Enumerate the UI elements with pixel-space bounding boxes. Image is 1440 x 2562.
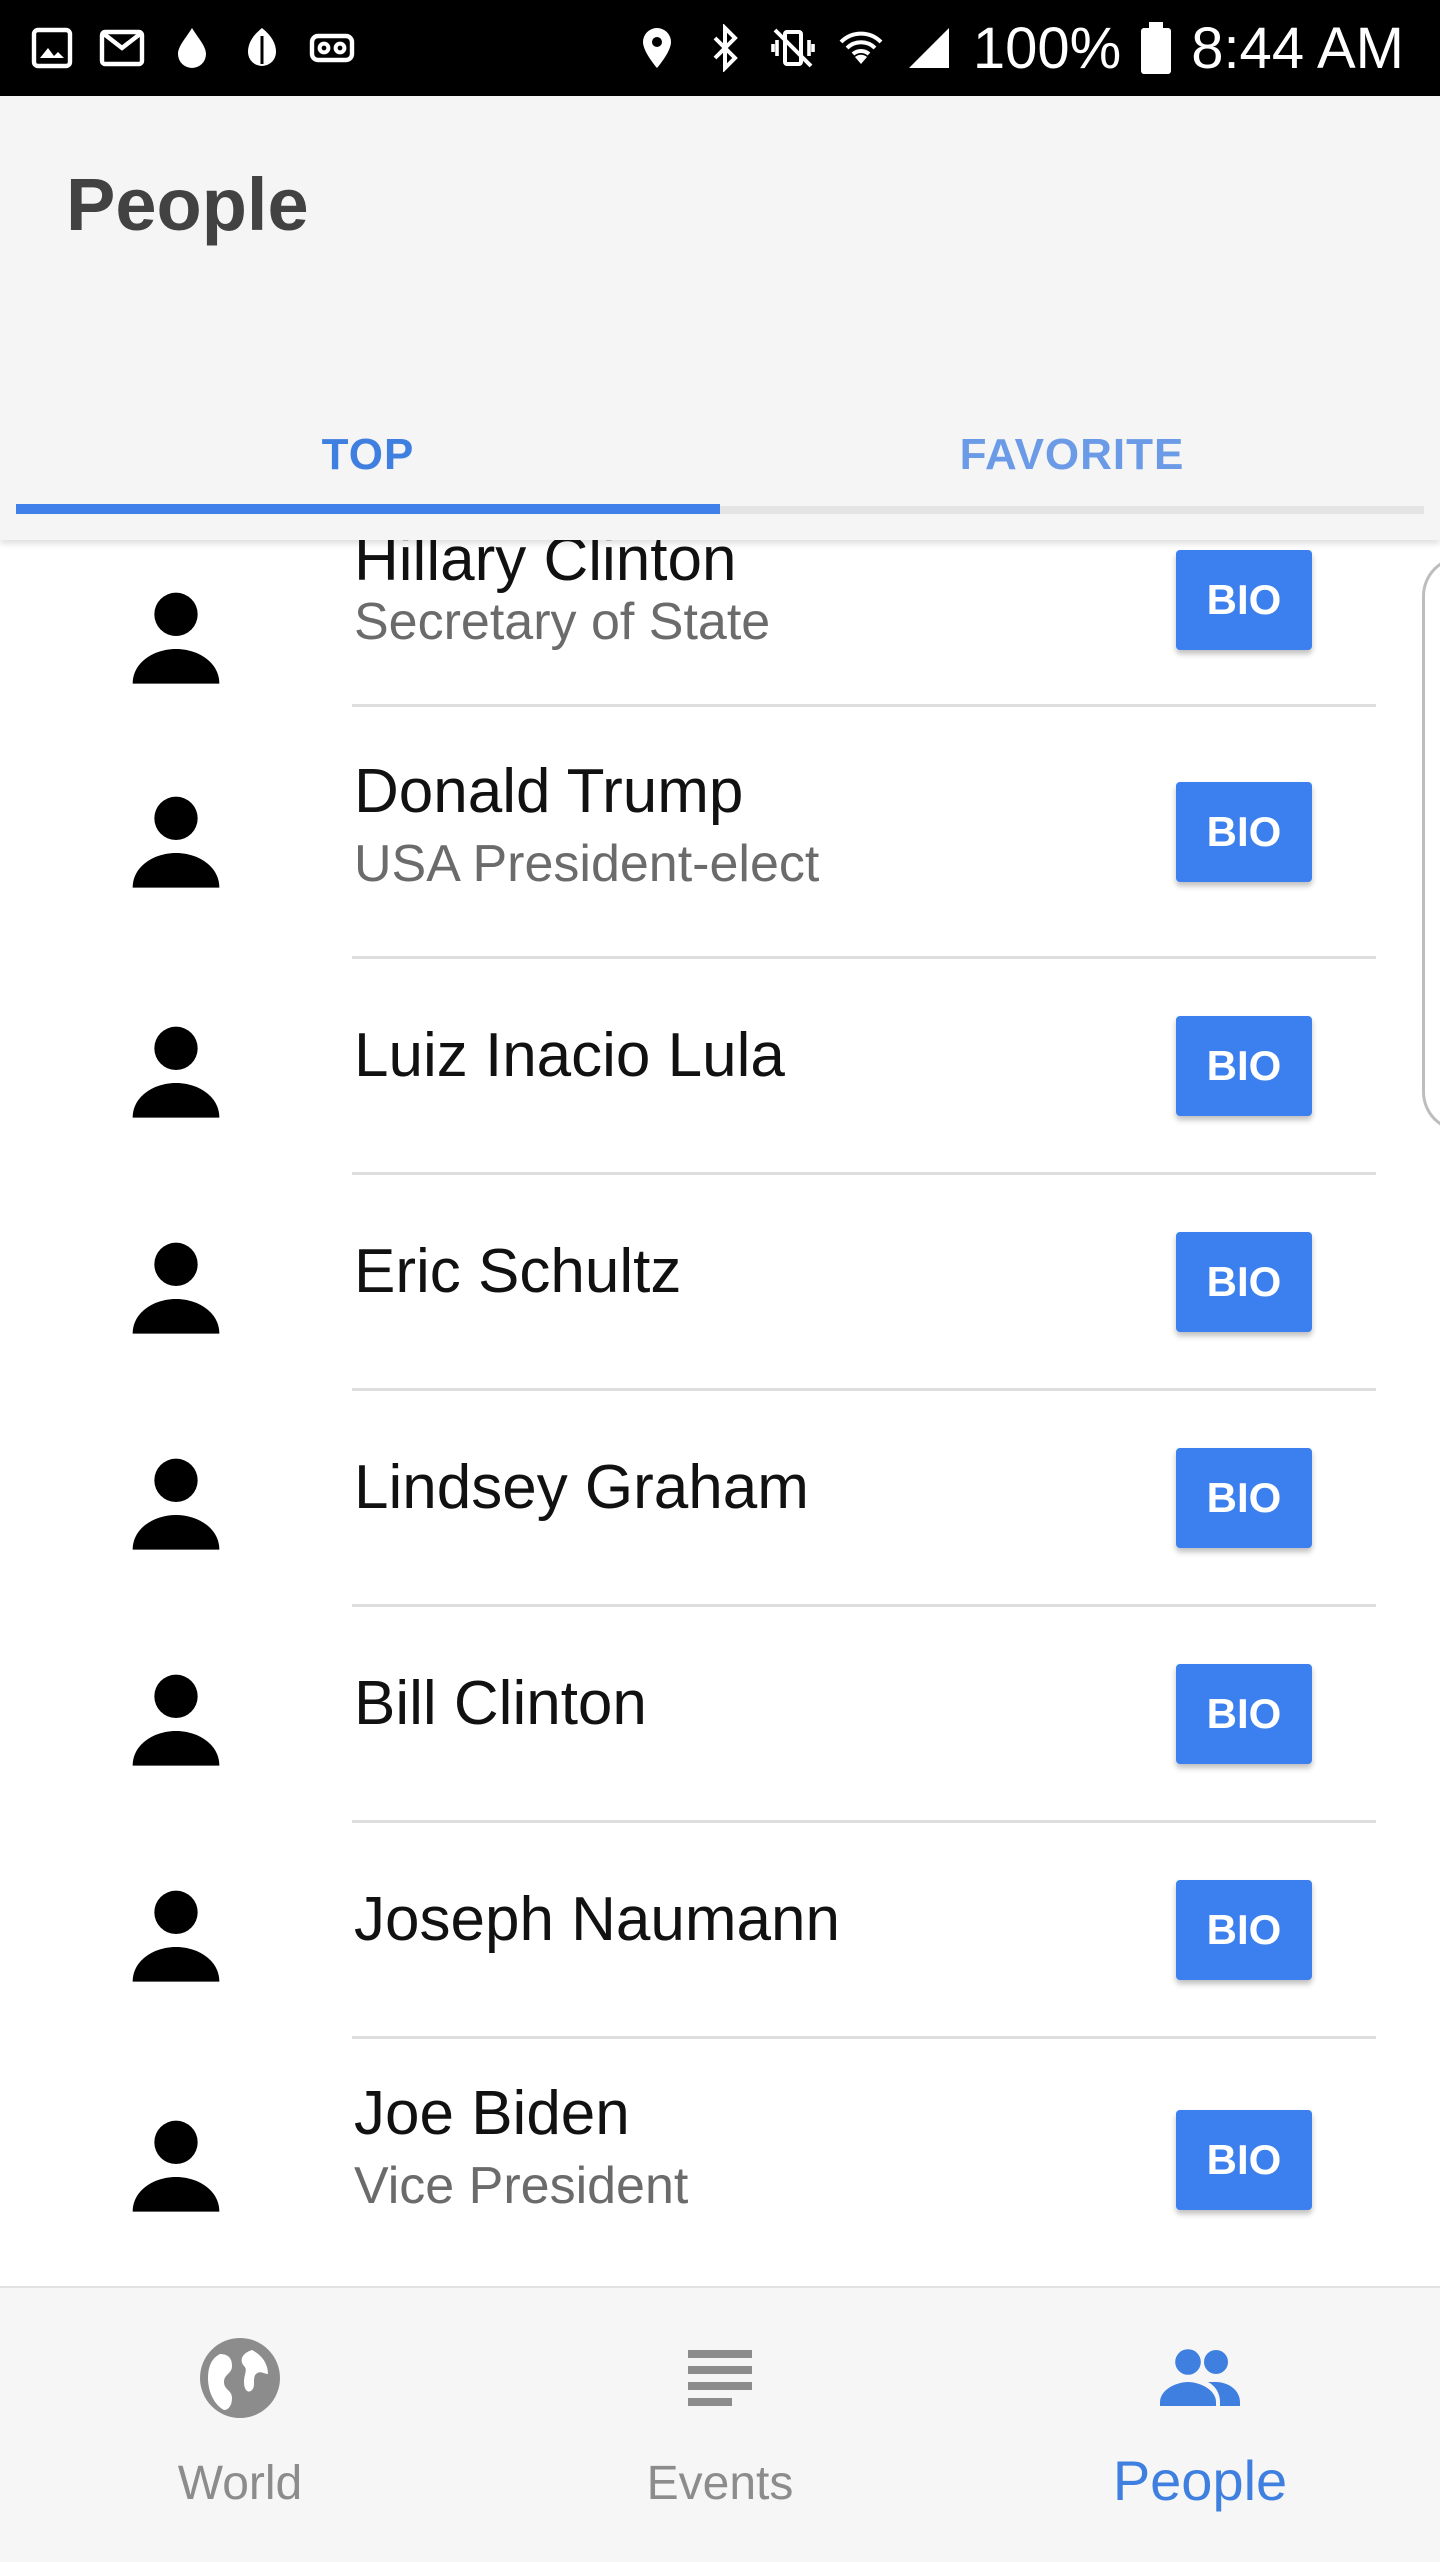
drop-icon <box>178 28 206 68</box>
person-subtitle: Secretary of State <box>354 593 771 651</box>
bio-button[interactable]: BIO <box>1176 1448 1312 1548</box>
person-name: Eric Schultz <box>354 1237 682 1306</box>
people-list[interactable]: Hillary Clinton Secretary of State BIO D… <box>0 540 1440 2286</box>
person-icon <box>132 592 220 684</box>
vibrate-icon <box>771 28 815 68</box>
bio-button[interactable]: BIO <box>1176 782 1312 882</box>
person-name: Luiz Inacio Lula <box>354 1021 785 1090</box>
person-name: Donald Trump <box>354 757 744 826</box>
person-name: Hillary Clinton <box>354 540 737 594</box>
globe-icon <box>200 2338 280 2418</box>
person-name: Joseph Naumann <box>354 1885 840 1954</box>
person-subtitle: USA President-elect <box>354 835 820 893</box>
system-status: 100% 8:44 AM <box>633 15 1440 82</box>
nav-people[interactable]: People <box>960 2288 1440 2562</box>
person-name: Lindsey Graham <box>354 1453 809 1522</box>
status-bar: 100% 8:44 AM <box>0 0 1440 96</box>
list-item[interactable]: Donald Trump USA President-elect BIO <box>0 706 1440 956</box>
list-item[interactable]: Luiz Inacio Lula BIO <box>0 958 1440 1172</box>
tab-bar: TOP FAVORITE <box>16 396 1424 514</box>
person-icon <box>132 2120 220 2212</box>
tab-indicator <box>16 504 720 514</box>
person-icon <box>132 1674 220 1766</box>
bio-button[interactable]: BIO <box>1176 2110 1312 2210</box>
list-item[interactable]: Lindsey Graham BIO <box>0 1390 1440 1604</box>
app-bar: People TOP FAVORITE <box>0 96 1440 540</box>
notification-icons <box>0 24 356 72</box>
bottom-navigation: World Events People <box>0 2286 1440 2562</box>
list-item[interactable]: Joseph Naumann BIO <box>0 1822 1440 2036</box>
nav-world-label: World <box>177 2457 303 2510</box>
signal-icon <box>908 28 949 68</box>
tab-top[interactable]: TOP <box>16 396 720 514</box>
leaf-icon <box>248 28 276 66</box>
clock: 8:44 AM <box>1191 15 1404 81</box>
person-subtitle: Vice President <box>354 2157 689 2215</box>
tab-favorite[interactable]: FAVORITE <box>720 396 1424 514</box>
wifi-icon <box>839 31 883 64</box>
edge-panel-handle[interactable] <box>1422 556 1440 1132</box>
nav-people-label: People <box>1112 2449 1288 2512</box>
gallery-icon <box>31 27 73 69</box>
list-icon <box>688 2350 752 2406</box>
nav-events-label: Events <box>646 2457 794 2510</box>
nav-world[interactable]: World <box>0 2288 480 2562</box>
person-icon <box>132 1242 220 1334</box>
list-item[interactable]: Hillary Clinton Secretary of State BIO <box>0 540 1440 702</box>
list-item[interactable]: Bill Clinton BIO <box>0 1606 1440 1820</box>
person-icon <box>132 1026 220 1118</box>
voicemail-icon <box>309 33 355 63</box>
bio-button[interactable]: BIO <box>1176 550 1312 650</box>
bio-button[interactable]: BIO <box>1176 1664 1312 1764</box>
nav-events[interactable]: Events <box>480 2288 960 2562</box>
page-title: People <box>66 163 309 246</box>
person-name: Bill Clinton <box>354 1669 647 1738</box>
battery-percent: 100% <box>972 15 1122 81</box>
list-item[interactable]: Eric Schultz BIO <box>0 1174 1440 1388</box>
bio-button[interactable]: BIO <box>1176 1016 1312 1116</box>
person-icon <box>132 1458 220 1550</box>
bio-button[interactable]: BIO <box>1176 1232 1312 1332</box>
battery-icon <box>1141 22 1172 74</box>
gmail-icon <box>99 29 145 67</box>
person-icon <box>132 1890 220 1982</box>
person-name: Joe Biden <box>354 2079 630 2148</box>
location-icon <box>642 28 671 68</box>
person-icon <box>132 796 220 888</box>
bio-button[interactable]: BIO <box>1176 1880 1312 1980</box>
people-icon <box>1160 2349 1240 2406</box>
bluetooth-icon <box>713 24 738 72</box>
list-item[interactable]: Joe Biden Vice President BIO <box>0 2038 1440 2286</box>
